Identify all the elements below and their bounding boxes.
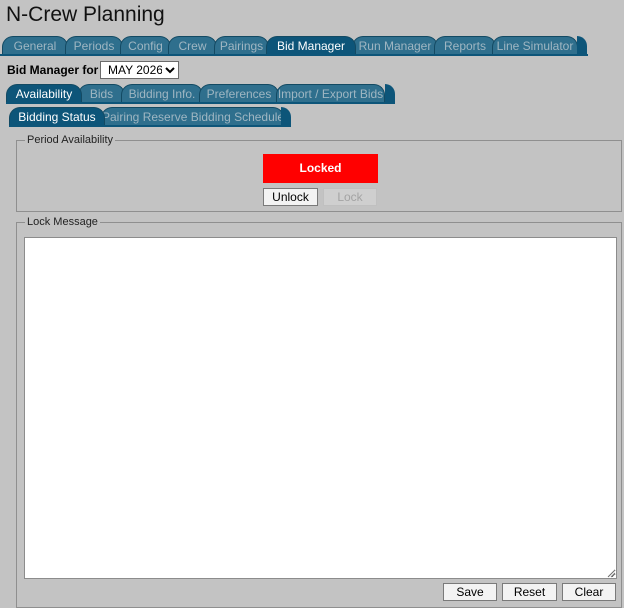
tab-run-manager[interactable]: Run Manager [352,36,438,55]
tab-pairings[interactable]: Pairings [214,36,269,55]
bid-manager-label: Bid Manager for [7,63,99,77]
tab-line-simulator[interactable]: Line Simulator [492,36,578,55]
third-tab-bar: Pairing Reserve Bidding Schedule Bidding… [0,107,300,126]
save-button[interactable]: Save [443,583,497,601]
tab-import-export-bids[interactable]: Import / Export Bids [276,84,385,103]
tab-periods[interactable]: Periods [65,36,123,55]
lock-message-legend: Lock Message [27,216,98,228]
sub-tab-baseline [6,102,395,104]
tab-crew[interactable]: Crew [168,36,217,55]
tab-bid-manager[interactable]: Bid Manager [266,36,356,55]
tab-config[interactable]: Config [120,36,171,55]
reset-button[interactable]: Reset [502,583,557,601]
lock-status-indicator: Locked [263,154,378,183]
tab-bar-end [577,36,587,55]
unlock-button[interactable]: Unlock [263,188,318,206]
tab-bidding-info[interactable]: Bidding Info. [121,84,203,103]
sub-tab-bar: Bids Bidding Info. Preferences Import / … [0,84,400,103]
main-tab-baseline [0,54,588,56]
tab-pairing-reserve-bidding-schedule[interactable]: Pairing Reserve Bidding Schedule [101,107,284,126]
clear-button[interactable]: Clear [562,583,616,601]
third-tab-baseline [9,125,291,127]
period-availability-legend: Period Availability [27,134,114,146]
tab-general[interactable]: General [2,36,68,55]
lock-message-textarea[interactable] [24,237,617,579]
lock-button[interactable]: Lock [323,188,377,206]
tab-bidding-status[interactable]: Bidding Status [9,107,105,126]
tab-availability[interactable]: Availability [6,84,82,103]
tab-bids[interactable]: Bids [78,84,125,103]
tab-preferences[interactable]: Preferences [199,84,279,103]
tab-reports[interactable]: Reports [434,36,496,55]
period-select[interactable]: MAY 2026 [100,61,179,79]
main-tab-bar: General Periods Config Crew Pairings Run… [0,36,624,55]
sub-tab-bar-end [385,84,395,103]
third-tab-bar-end [281,107,291,126]
app-title: N-Crew Planning [6,3,165,26]
